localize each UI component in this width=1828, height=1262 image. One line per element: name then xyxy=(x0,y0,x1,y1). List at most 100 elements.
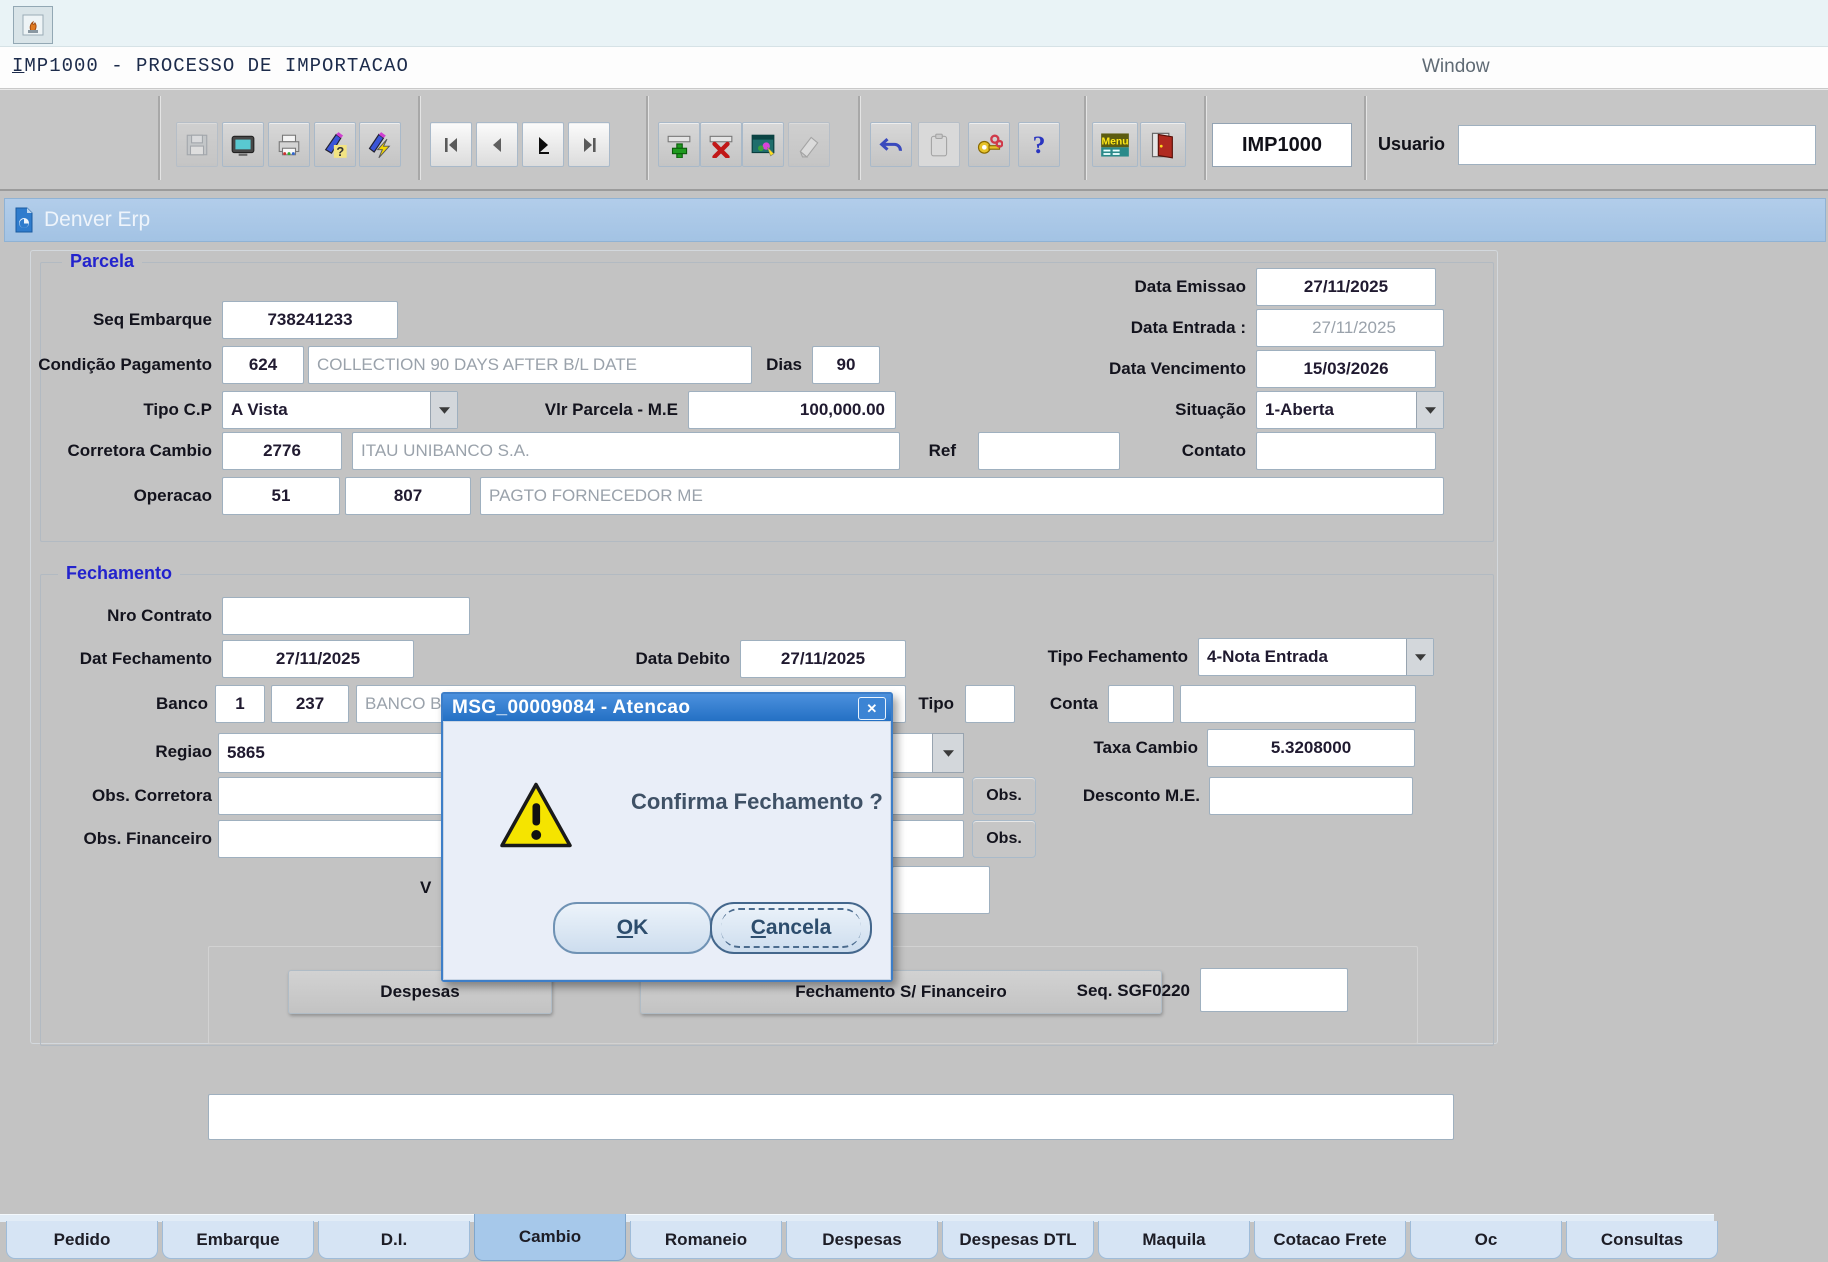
data-debito-field[interactable]: 27/11/2025 xyxy=(740,640,906,678)
save-icon xyxy=(184,132,210,158)
usuario-input[interactable] xyxy=(1458,125,1816,165)
previous-record-icon xyxy=(485,133,509,157)
tab-maquila[interactable]: Maquila xyxy=(1098,1221,1250,1259)
insert-record-icon xyxy=(666,132,692,158)
svg-text:?: ? xyxy=(1033,131,1046,159)
tab-consultas[interactable]: Consultas xyxy=(1566,1221,1718,1259)
vlr-fechamento-field[interactable] xyxy=(892,866,990,914)
tipo-field[interactable] xyxy=(965,685,1015,723)
ok-button[interactable]: OK xyxy=(553,902,712,954)
tipo-cp-select[interactable]: A Vista xyxy=(222,391,458,429)
print-button[interactable] xyxy=(268,122,310,167)
delete-record-button[interactable] xyxy=(700,122,742,167)
program-code-box[interactable]: IMP1000 xyxy=(1212,123,1352,167)
contato-field[interactable] xyxy=(1256,432,1436,470)
tab-cambio[interactable]: Cambio xyxy=(474,1214,626,1261)
obs-financeiro-button[interactable]: Obs. xyxy=(972,820,1036,858)
condicao-pagamento-code-field[interactable]: 624 xyxy=(222,346,304,384)
menu-window-item[interactable]: Window xyxy=(1422,56,1490,78)
exit-button[interactable] xyxy=(1140,122,1186,167)
regiao-chevron-down-icon[interactable] xyxy=(932,733,964,773)
exit-icon xyxy=(1149,131,1177,159)
toolbar-separator xyxy=(1204,96,1207,180)
save-button[interactable] xyxy=(176,122,218,167)
tipo-fechamento-select[interactable]: 4-Nota Entrada xyxy=(1198,638,1434,676)
previous-record-button[interactable] xyxy=(476,122,518,167)
corretora-cambio-desc-field[interactable]: ITAU UNIBANCO S.A. xyxy=(352,432,900,470)
vlr-parcela-field[interactable]: 100,000.00 xyxy=(688,391,896,429)
data-emissao-field[interactable]: 27/11/2025 xyxy=(1256,268,1436,306)
tab-oc[interactable]: Oc xyxy=(1410,1221,1562,1259)
condicao-pagamento-desc-field[interactable]: COLLECTION 90 DAYS AFTER B/L DATE xyxy=(308,346,752,384)
operacao-code1-field[interactable]: 51 xyxy=(222,477,340,515)
menu-button[interactable]: Menu xyxy=(1092,122,1138,167)
tab-embarque[interactable]: Embarque xyxy=(162,1221,314,1259)
undo-button[interactable] xyxy=(870,122,912,167)
tab-despesas[interactable]: Despesas xyxy=(786,1221,938,1259)
dialog-body: Confirma Fechamento ? OK Cancela xyxy=(443,721,891,980)
help-button[interactable]: ? xyxy=(1018,122,1060,167)
data-debito-label: Data Debito xyxy=(598,649,730,669)
clipboard-button[interactable] xyxy=(918,122,960,167)
operacao-desc-field[interactable]: PAGTO FORNECEDOR ME xyxy=(480,477,1444,515)
conta-field-2[interactable] xyxy=(1180,685,1416,723)
situacao-select[interactable]: 1-Aberta xyxy=(1256,391,1444,429)
nro-contrato-field[interactable] xyxy=(222,597,470,635)
delete-record-icon xyxy=(708,132,734,158)
dias-field[interactable]: 90 xyxy=(812,346,880,384)
svg-text:?: ? xyxy=(336,144,344,159)
vlr-partial-label: V xyxy=(420,878,431,898)
dat-fechamento-label: Dat Fechamento xyxy=(18,649,212,669)
ref-label: Ref xyxy=(898,441,956,461)
tipo-fechamento-value: 4-Nota Entrada xyxy=(1207,647,1328,667)
data-emissao-label: Data Emissao xyxy=(1040,277,1246,297)
corretora-cambio-code-field[interactable]: 2776 xyxy=(222,432,342,470)
tab-romaneio[interactable]: Romaneio xyxy=(630,1221,782,1259)
conta-field-1[interactable] xyxy=(1108,685,1174,723)
mdi-window-titlebar[interactable]: Denver Erp xyxy=(4,198,1826,242)
enter-query-button[interactable]: ? xyxy=(314,122,356,167)
desconto-me-field[interactable] xyxy=(1209,777,1413,815)
dialog-title: MSG_00009084 - Atencao xyxy=(452,697,690,719)
tab-di[interactable]: D.I. xyxy=(318,1221,470,1259)
ref-field[interactable] xyxy=(978,432,1120,470)
seq-sgf0220-field[interactable] xyxy=(1200,968,1348,1012)
conta-label: Conta xyxy=(1028,694,1098,714)
insert-record-button[interactable] xyxy=(658,122,700,167)
dat-fechamento-field[interactable]: 27/11/2025 xyxy=(222,640,414,678)
cancel-button[interactable]: Cancela xyxy=(710,902,872,954)
chevron-down-icon[interactable] xyxy=(430,392,457,428)
record-list-button[interactable] xyxy=(742,122,784,167)
dialog-titlebar[interactable]: MSG_00009084 - Atencao ✕ xyxy=(443,694,891,721)
banco-label: Banco xyxy=(42,694,208,714)
screen-button[interactable] xyxy=(222,122,264,167)
vlr-parcela-label: Vlr Parcela - M.E xyxy=(478,400,678,420)
last-record-button[interactable] xyxy=(568,122,610,167)
dialog-close-icon[interactable]: ✕ xyxy=(858,697,886,720)
banco-code1-field[interactable]: 1 xyxy=(215,685,265,723)
first-record-button[interactable] xyxy=(430,122,472,167)
chevron-down-icon[interactable] xyxy=(1416,392,1443,428)
taxa-cambio-field[interactable]: 5.3208000 xyxy=(1207,729,1415,767)
next-record-button[interactable] xyxy=(522,122,564,167)
toolbar-separator xyxy=(858,96,861,180)
tab-cotacao-frete[interactable]: Cotacao Frete xyxy=(1254,1221,1406,1259)
clear-record-icon xyxy=(796,132,822,158)
fechamento-group-label: Fechamento xyxy=(58,563,180,584)
data-vencimento-field[interactable]: 15/03/2026 xyxy=(1256,350,1436,388)
operacao-code2-field[interactable]: 807 xyxy=(345,477,471,515)
chevron-down-icon[interactable] xyxy=(1406,639,1433,675)
help-icon: ? xyxy=(1025,131,1053,159)
corretora-cambio-label: Corretora Cambio xyxy=(20,441,212,461)
first-record-icon xyxy=(439,133,463,157)
usuario-label: Usuario xyxy=(1378,134,1445,155)
message-line-field[interactable] xyxy=(208,1094,1454,1140)
data-entrada-field[interactable]: 27/11/2025 xyxy=(1256,309,1444,347)
execute-query-button[interactable] xyxy=(359,122,401,167)
clear-record-button[interactable] xyxy=(788,122,830,167)
tab-despesas-dtl[interactable]: Despesas DTL xyxy=(942,1221,1094,1259)
banco-code2-field[interactable]: 237 xyxy=(271,685,349,723)
tab-pedido[interactable]: Pedido xyxy=(6,1221,158,1259)
seq-embarque-field[interactable]: 738241233 xyxy=(222,301,398,339)
security-keys-button[interactable] xyxy=(968,122,1010,167)
